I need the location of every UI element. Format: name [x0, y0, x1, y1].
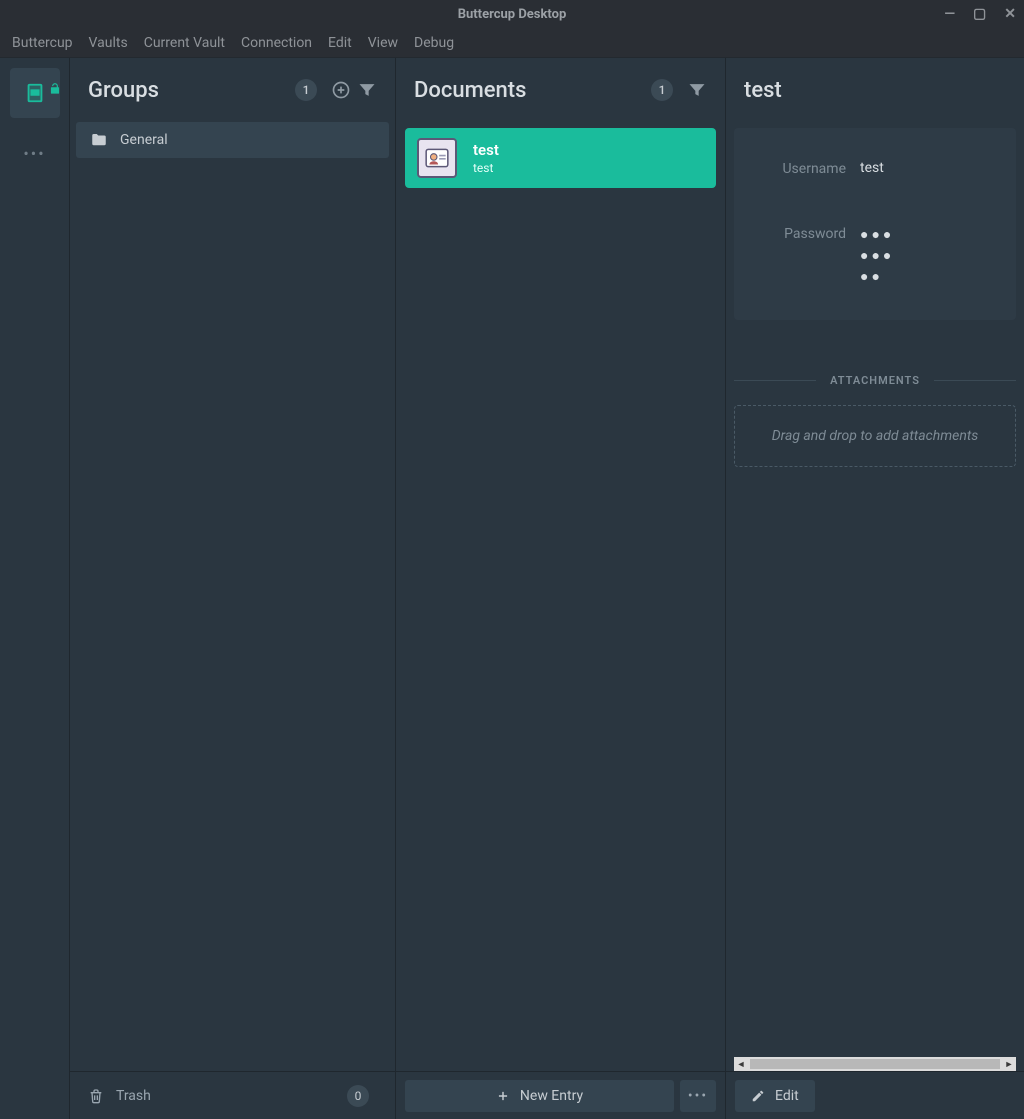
groups-pane: Groups 1 General Trash 0 [70, 58, 396, 1119]
attachments-divider: ATTACHMENTS [734, 374, 1016, 387]
group-item-general[interactable]: General [76, 122, 389, 158]
documents-pane: Documents 1 test [396, 58, 726, 1119]
main-content: ••• Groups 1 General [0, 58, 1024, 1119]
add-group-icon[interactable] [331, 80, 351, 100]
menu-debug[interactable]: Debug [406, 31, 462, 55]
menu-view[interactable]: View [360, 31, 406, 55]
trash-count-badge: 0 [347, 1085, 369, 1107]
rail-more-button[interactable]: ••• [23, 144, 45, 163]
file-icon [24, 82, 46, 104]
vault-tab[interactable] [10, 68, 60, 118]
fields-card: Username test Password ●●● ●●● ●● [734, 128, 1016, 320]
username-value[interactable]: test [860, 160, 884, 176]
window-controls: — ▢ ✕ [944, 7, 1016, 21]
new-entry-button[interactable]: New Entry [405, 1080, 674, 1112]
details-pane: test Username test Password ●●● ●●● ●● A… [726, 58, 1024, 1119]
documents-footer: New Entry ••• [396, 1071, 725, 1119]
entry-title: test [473, 141, 499, 159]
details-heading: test [744, 78, 782, 103]
plus-icon [496, 1089, 510, 1103]
maximize-icon[interactable]: ▢ [973, 7, 986, 21]
scroll-left-icon[interactable]: ◄ [734, 1057, 748, 1071]
documents-header: Documents 1 [396, 58, 725, 122]
group-item-label: General [120, 132, 168, 148]
horizontal-scrollbar[interactable]: ◄ ► [734, 1057, 1016, 1071]
window-titlebar: Buttercup Desktop — ▢ ✕ [0, 0, 1024, 28]
minimize-icon[interactable]: — [944, 7, 955, 21]
trash-icon [88, 1088, 104, 1104]
entry-subtitle: test [473, 161, 499, 175]
profile-card-icon [424, 145, 450, 171]
documents-heading: Documents [414, 78, 526, 103]
scrollbar-thumb[interactable] [750, 1059, 1000, 1069]
filter-icon[interactable] [357, 80, 377, 100]
entry-item[interactable]: test test [405, 128, 716, 188]
folder-icon [90, 131, 108, 149]
menu-connection[interactable]: Connection [233, 31, 320, 55]
documents-count-badge: 1 [651, 79, 673, 101]
trash-button[interactable]: Trash 0 [70, 1071, 395, 1119]
documents-list: test test [396, 122, 725, 1071]
menu-current-vault[interactable]: Current Vault [136, 31, 233, 55]
groups-list: General [70, 122, 395, 1071]
entry-avatar-icon [417, 138, 457, 178]
details-body: Username test Password ●●● ●●● ●● ATTACH… [726, 122, 1024, 1071]
close-icon[interactable]: ✕ [1004, 7, 1016, 21]
scroll-right-icon[interactable]: ► [1002, 1057, 1016, 1071]
menubar: Buttercup Vaults Current Vault Connectio… [0, 28, 1024, 58]
groups-heading: Groups [88, 78, 159, 103]
edit-button[interactable]: Edit [735, 1080, 815, 1112]
unlock-icon [48, 82, 62, 96]
field-username: Username test [750, 146, 1000, 191]
field-password: Password ●●● ●●● ●● [750, 191, 1000, 302]
password-label: Password [750, 225, 860, 242]
filter-icon[interactable] [687, 80, 707, 100]
details-footer: Edit [726, 1071, 1024, 1119]
details-header: test [726, 58, 1024, 122]
new-entry-label: New Entry [520, 1088, 583, 1104]
groups-count-badge: 1 [295, 79, 317, 101]
menu-edit[interactable]: Edit [320, 31, 360, 55]
menu-buttercup[interactable]: Buttercup [4, 31, 81, 55]
pencil-icon [751, 1089, 765, 1103]
entry-text: test test [473, 141, 499, 175]
username-label: Username [750, 160, 860, 177]
groups-header: Groups 1 [70, 58, 395, 122]
attachments-dropzone[interactable]: Drag and drop to add attachments [734, 405, 1016, 467]
entry-more-button[interactable]: ••• [680, 1080, 716, 1112]
password-value[interactable]: ●●● ●●● ●● [860, 225, 894, 288]
attachments-heading: ATTACHMENTS [816, 374, 934, 387]
trash-label: Trash [116, 1088, 151, 1104]
dropzone-text: Drag and drop to add attachments [772, 428, 979, 444]
vault-rail: ••• [0, 58, 70, 1119]
window-title: Buttercup Desktop [458, 7, 567, 22]
edit-label: Edit [775, 1088, 799, 1104]
menu-vaults[interactable]: Vaults [81, 31, 136, 55]
